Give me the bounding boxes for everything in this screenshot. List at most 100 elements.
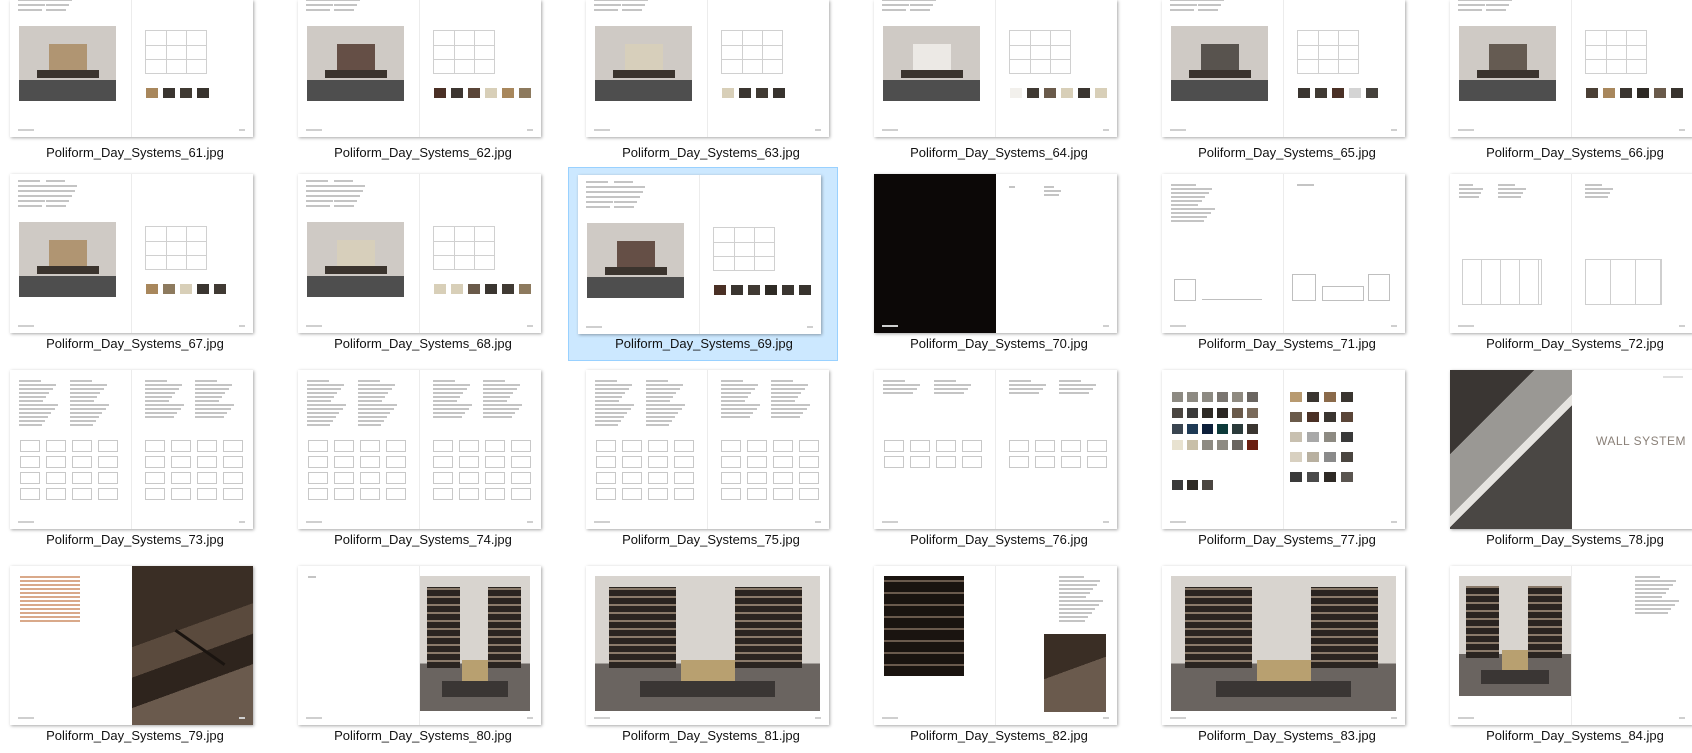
technical-drawing [145, 30, 207, 74]
file-item[interactable]: Poliform_Day_Systems_74.jpg [288, 358, 558, 554]
file-thumbnail[interactable] [10, 174, 253, 333]
file-thumbnail[interactable] [10, 566, 253, 725]
finish-swatch [1307, 412, 1319, 422]
finish-swatch [714, 285, 726, 295]
module-diagram [360, 440, 380, 452]
module-diagram [459, 456, 479, 468]
file-item[interactable]: Poliform_Day_Systems_61.jpg [0, 0, 270, 162]
module-diagram [747, 440, 767, 452]
file-item[interactable]: Poliform_Day_Systems_71.jpg [1152, 162, 1422, 358]
file-thumbnail[interactable] [874, 0, 1117, 137]
file-thumbnail[interactable] [874, 566, 1117, 725]
file-item[interactable]: Poliform_Day_Systems_69.jpg [568, 167, 838, 361]
module-diagram [773, 456, 793, 468]
file-item[interactable]: Poliform_Day_Systems_83.jpg [1152, 554, 1422, 750]
file-item[interactable]: Poliform_Day_Systems_64.jpg [864, 0, 1134, 162]
file-item[interactable]: WALL SYSTEM Poliform_Day_Systems_78.jpg [1440, 358, 1692, 554]
detail-photo [132, 566, 253, 725]
file-thumbnail[interactable] [1450, 0, 1692, 137]
module-diagram [308, 440, 328, 452]
file-thumbnail[interactable] [578, 175, 821, 334]
file-thumbnail[interactable] [10, 0, 253, 137]
file-thumbnail[interactable] [1162, 566, 1405, 725]
finish-swatch [1095, 88, 1107, 98]
finish-swatch [1217, 392, 1228, 402]
finish-swatch [485, 88, 497, 98]
module-diagram [308, 472, 328, 484]
file-item[interactable]: Poliform_Day_Systems_81.jpg [576, 554, 846, 750]
file-item[interactable]: Poliform_Day_Systems_67.jpg [0, 162, 270, 358]
file-item[interactable]: Poliform_Day_Systems_80.jpg [288, 554, 558, 750]
file-item[interactable]: Poliform_Day_Systems_73.jpg [0, 358, 270, 554]
finish-swatch [1232, 392, 1243, 402]
interior-photo [595, 576, 820, 711]
module-diagram [511, 488, 531, 500]
finish-swatch [1298, 88, 1310, 98]
module-diagram [884, 456, 904, 468]
file-thumbnail[interactable] [298, 0, 541, 137]
finish-swatch [1341, 452, 1353, 462]
module-diagram [962, 440, 982, 452]
file-thumbnail[interactable] [1162, 370, 1405, 529]
module-diagram [648, 488, 668, 500]
module-diagram [46, 440, 66, 452]
interior-photo [1171, 576, 1396, 711]
module-diagram [145, 440, 165, 452]
module-diagram [511, 456, 531, 468]
file-item[interactable]: Poliform_Day_Systems_77.jpg [1152, 358, 1422, 554]
file-thumbnail[interactable] [1162, 0, 1405, 137]
file-thumbnail[interactable] [1450, 566, 1692, 725]
file-thumbnail[interactable] [298, 566, 541, 725]
file-thumbnail[interactable] [874, 370, 1117, 529]
module-diagram [648, 456, 668, 468]
file-thumbnail[interactable]: WALL SYSTEM [1450, 370, 1692, 529]
module-diagram [459, 440, 479, 452]
module-diagram [433, 488, 453, 500]
finish-swatch [1247, 424, 1258, 434]
module-diagram [485, 456, 505, 468]
file-thumbnail[interactable] [1162, 174, 1405, 333]
file-item[interactable]: Poliform_Day_Systems_82.jpg [864, 554, 1134, 750]
file-thumbnail[interactable] [586, 370, 829, 529]
file-item[interactable]: Poliform_Day_Systems_84.jpg [1440, 554, 1692, 750]
file-item[interactable]: Poliform_Day_Systems_75.jpg [576, 358, 846, 554]
file-thumbnail[interactable] [298, 370, 541, 529]
file-thumbnail[interactable] [586, 0, 829, 137]
finish-swatch [451, 284, 463, 294]
file-thumbnail[interactable] [1450, 174, 1692, 333]
file-item[interactable]: Poliform_Day_Systems_62.jpg [288, 0, 558, 162]
finish-swatch [1332, 88, 1344, 98]
file-item[interactable]: Poliform_Day_Systems_70.jpg [864, 162, 1134, 358]
finish-swatch [1324, 392, 1336, 402]
module-diagram [596, 488, 616, 500]
file-thumbnail[interactable] [10, 370, 253, 529]
file-item[interactable]: Poliform_Day_Systems_79.jpg [0, 554, 270, 750]
technical-drawing [1009, 30, 1071, 74]
file-thumbnail[interactable] [298, 174, 541, 333]
file-item[interactable]: Poliform_Day_Systems_65.jpg [1152, 0, 1422, 162]
module-diagram [1061, 440, 1081, 452]
module-diagram [747, 456, 767, 468]
finish-swatch [1290, 452, 1302, 462]
finish-swatch [1307, 392, 1319, 402]
module-diagram [962, 456, 982, 468]
file-item[interactable]: Poliform_Day_Systems_72.jpg [1440, 162, 1692, 358]
file-item[interactable]: Poliform_Day_Systems_76.jpg [864, 358, 1134, 554]
file-thumbnail[interactable] [586, 566, 829, 725]
finish-swatch [146, 284, 158, 294]
module-diagram [171, 488, 191, 500]
finish-swatch [485, 284, 497, 294]
module-diagram [648, 472, 668, 484]
technical-drawing [1297, 30, 1359, 74]
file-name-label: Poliform_Day_Systems_73.jpg [46, 532, 224, 547]
finish-swatch [1341, 432, 1353, 442]
file-item[interactable]: Poliform_Day_Systems_68.jpg [288, 162, 558, 358]
file-thumbnail[interactable] [874, 174, 1117, 333]
module-diagram [459, 488, 479, 500]
finish-swatch [1341, 472, 1353, 482]
module-diagram [308, 488, 328, 500]
file-item[interactable]: Poliform_Day_Systems_66.jpg [1440, 0, 1692, 162]
technical-drawing [145, 226, 207, 270]
finish-swatch [1671, 88, 1683, 98]
file-item[interactable]: Poliform_Day_Systems_63.jpg [576, 0, 846, 162]
